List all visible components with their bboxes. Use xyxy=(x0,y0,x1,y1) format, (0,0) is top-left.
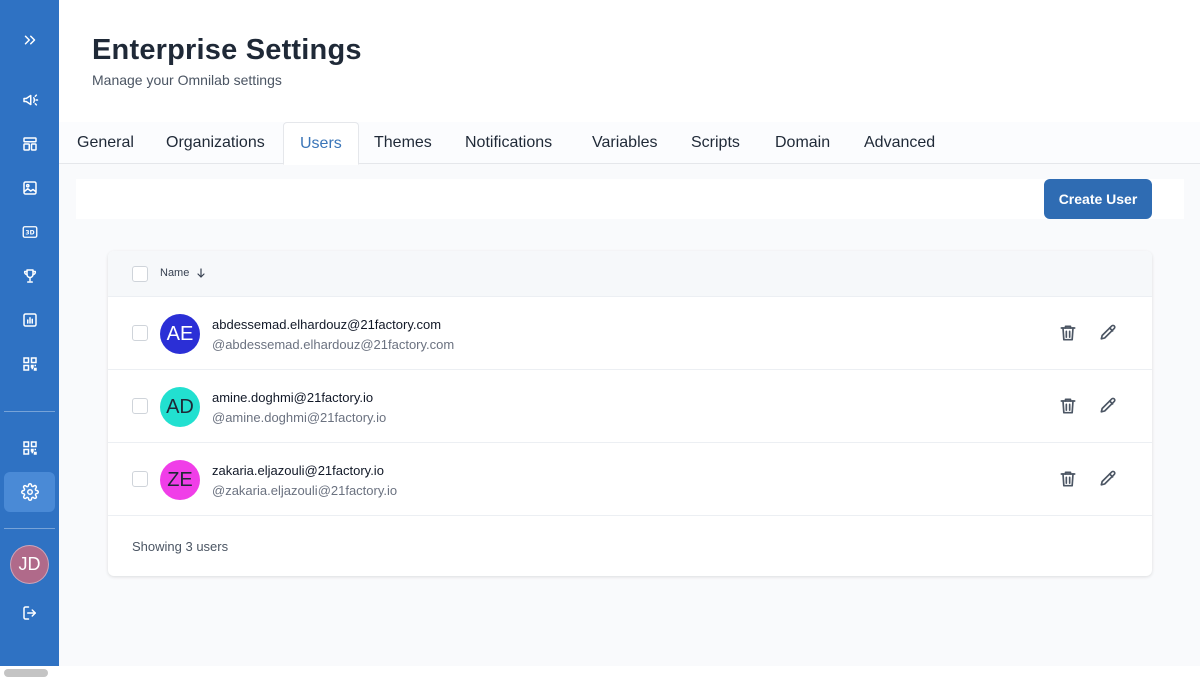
trophy-icon xyxy=(23,269,36,283)
pencil-icon xyxy=(1100,470,1116,486)
edit-button[interactable] xyxy=(1098,396,1118,416)
trash-icon xyxy=(1060,398,1076,414)
sidebar-item-media[interactable] xyxy=(4,168,55,208)
settings-tabs: General Organizations Users Themes Notif… xyxy=(59,122,1200,165)
row-checkbox[interactable] xyxy=(132,471,148,487)
delete-button[interactable] xyxy=(1058,323,1078,343)
column-header-label: Name xyxy=(160,267,190,279)
sidebar-item-analytics[interactable] xyxy=(4,300,55,340)
table-row[interactable]: AE abdessemad.elhardouz@21factory.com @a… xyxy=(108,297,1152,370)
tab-advanced[interactable]: Advanced xyxy=(848,122,951,164)
3d-icon: 3D xyxy=(22,226,37,238)
svg-text:3D: 3D xyxy=(25,230,34,237)
row-checkbox[interactable] xyxy=(132,325,148,341)
user-email: zakaria.eljazouli@21factory.io xyxy=(212,463,384,478)
table-header: Name xyxy=(108,251,1152,297)
qr-code-icon xyxy=(22,357,37,371)
sidebar-item-settings[interactable] xyxy=(4,472,55,512)
tab-users[interactable]: Users xyxy=(283,122,359,165)
expand-sidebar-button[interactable] xyxy=(4,20,55,60)
user-handle: @amine.doghmi@21factory.io xyxy=(212,410,387,425)
pencil-icon xyxy=(1100,324,1116,340)
avatar: ZE xyxy=(160,460,200,500)
user-handle: @abdessemad.elhardouz@21factory.com xyxy=(212,337,455,352)
user-email: abdessemad.elhardouz@21factory.com xyxy=(212,317,442,332)
tab-notifications[interactable]: Notifications xyxy=(449,122,568,164)
table-row[interactable]: AD amine.doghmi@21factory.io @amine.dogh… xyxy=(108,370,1152,443)
sidebar-item-qr-codes[interactable] xyxy=(4,344,55,384)
logout-button[interactable] xyxy=(4,593,55,633)
chart-icon xyxy=(22,313,37,327)
layout-icon xyxy=(22,137,37,151)
qr-code-icon xyxy=(22,441,37,455)
trash-icon xyxy=(1060,471,1076,487)
tab-domain[interactable]: Domain xyxy=(759,122,846,164)
user-avatar[interactable]: JD xyxy=(10,545,49,584)
image-icon xyxy=(22,181,37,195)
create-user-button[interactable]: Create User xyxy=(1044,179,1152,219)
user-handle: @zakaria.eljazouli@21factory.io xyxy=(212,483,398,498)
tab-themes[interactable]: Themes xyxy=(358,122,448,164)
avatar: AE xyxy=(160,314,200,354)
tab-variables[interactable]: Variables xyxy=(576,122,674,164)
sidebar: 3D JD xyxy=(0,0,59,680)
trash-icon xyxy=(1060,325,1076,341)
chevrons-right-icon xyxy=(24,35,35,45)
sidebar-item-3d[interactable]: 3D xyxy=(4,212,55,252)
edit-button[interactable] xyxy=(1098,469,1118,489)
sidebar-divider xyxy=(4,528,55,529)
page-subtitle: Manage your Omnilab settings xyxy=(92,72,282,88)
column-header-name[interactable]: Name xyxy=(160,267,207,279)
tab-general[interactable]: General xyxy=(61,122,150,164)
sidebar-item-campaigns[interactable] xyxy=(4,80,55,120)
sidebar-item-rewards[interactable] xyxy=(4,256,55,296)
sidebar-divider xyxy=(4,411,55,412)
delete-button[interactable] xyxy=(1058,469,1078,489)
arrow-down-icon xyxy=(197,268,205,278)
delete-button[interactable] xyxy=(1058,396,1078,416)
table-row[interactable]: ZE zakaria.eljazouli@21factory.io @zakar… xyxy=(108,443,1152,516)
tab-scripts[interactable]: Scripts xyxy=(675,122,756,164)
row-checkbox[interactable] xyxy=(132,398,148,414)
sidebar-item-qr-generator[interactable] xyxy=(4,428,55,468)
edit-button[interactable] xyxy=(1098,323,1118,343)
logout-icon xyxy=(22,606,36,620)
gear-icon xyxy=(20,483,39,501)
page-title: Enterprise Settings xyxy=(92,34,362,66)
pencil-icon xyxy=(1100,397,1116,413)
users-table: Name AE abdessemad.elhardouz@21factory.c… xyxy=(108,251,1152,576)
toolbar xyxy=(76,179,1184,219)
horizontal-scrollbar[interactable] xyxy=(0,666,1200,680)
scrollbar-thumb[interactable] xyxy=(4,669,48,677)
tab-organizations[interactable]: Organizations xyxy=(150,122,281,164)
table-footer-count: Showing 3 users xyxy=(132,539,229,554)
sidebar-item-layouts[interactable] xyxy=(4,124,55,164)
avatar: AD xyxy=(160,387,200,427)
megaphone-icon xyxy=(22,94,38,106)
user-email: amine.doghmi@21factory.io xyxy=(212,390,374,405)
select-all-checkbox[interactable] xyxy=(132,266,148,282)
